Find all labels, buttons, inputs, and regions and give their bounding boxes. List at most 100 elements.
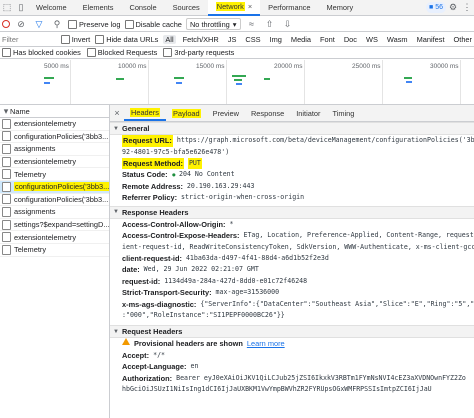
close-icon[interactable]: ×: [110, 106, 124, 120]
issues-badge[interactable]: ■ 56: [425, 2, 446, 13]
request-method-label: Request Method:: [122, 157, 184, 169]
request-name: configurationPolicies('3bb3...: [14, 182, 109, 192]
invert-label: Invert: [71, 35, 91, 44]
request-name: configurationPolicies('3bb3...: [14, 131, 109, 141]
list-item[interactable]: configurationPolicies('3bb3...: [0, 131, 109, 144]
list-item[interactable]: extensiontelemetry: [0, 118, 109, 131]
search-icon[interactable]: ⚲: [50, 17, 64, 31]
hide-data-urls-checkbox[interactable]: Hide data URLs: [95, 35, 158, 44]
filter-type-doc[interactable]: Doc: [342, 35, 359, 44]
filter-type-fetch-xhr[interactable]: Fetch/XHR: [181, 35, 221, 44]
sort-icon[interactable]: ▾: [2, 105, 10, 118]
filter-icon[interactable]: ▽: [32, 17, 46, 31]
tab-network-label: Network: [215, 2, 245, 11]
request-name: extensiontelemetry: [14, 157, 77, 167]
tab-initiator[interactable]: Initiator: [290, 105, 326, 121]
request-headers-section-header[interactable]: ▼ Request Headers: [110, 325, 474, 338]
list-item[interactable]: extensiontelemetry: [0, 156, 109, 169]
general-section-header[interactable]: ▼ General: [110, 122, 474, 135]
header-value: max-age=31536000: [215, 288, 280, 296]
throttling-select[interactable]: No throttling ▾: [185, 18, 241, 30]
header-value: {"ServerInfo":{"DataCenter":"Southeast A…: [200, 299, 474, 308]
inspect-element-icon[interactable]: ⬚: [0, 1, 14, 15]
response-headers-title: Response Headers: [121, 207, 189, 217]
tab-headers-label: Headers: [130, 107, 160, 117]
tab-welcome[interactable]: Welcome: [28, 0, 75, 16]
grid-line: [382, 60, 383, 104]
filter-type-ws[interactable]: WS: [364, 35, 380, 44]
header-key: Access-Control-Expose-Headers:: [122, 231, 240, 240]
more-options-icon[interactable]: ⋮: [460, 1, 474, 15]
header-key: Accept:: [122, 350, 150, 360]
response-headers-section-header[interactable]: ▼ Response Headers: [110, 205, 474, 219]
header-key: date:: [122, 265, 140, 274]
request-url-label: Request URL:: [122, 135, 173, 147]
request-name: Telemetry: [14, 245, 47, 255]
grid-line: [148, 60, 149, 104]
tab-performance[interactable]: Performance: [260, 0, 318, 16]
settings-icon[interactable]: ⚙: [446, 1, 460, 15]
tab-preview[interactable]: Preview: [207, 105, 245, 121]
close-tab-icon[interactable]: ×: [248, 2, 252, 11]
learn-more-link[interactable]: Learn more: [247, 338, 285, 350]
header-value-continued: ient-request-id, ReadWriteConsistencyTok…: [122, 242, 474, 251]
list-item[interactable]: Telemetry: [0, 244, 109, 257]
filter-type-js[interactable]: JS: [226, 35, 239, 44]
request-method-value: PUT: [187, 157, 202, 169]
request-bar: [406, 81, 412, 83]
blocked-requests-label: Blocked Requests: [97, 48, 158, 57]
import-icon[interactable]: ⇧: [263, 17, 277, 31]
list-item[interactable]: assignments: [0, 206, 109, 219]
filter-input[interactable]: Filter: [2, 35, 56, 44]
status-code-label: Status Code:: [122, 170, 168, 179]
referrer-policy-value: strict-origin-when-cross-origin: [181, 193, 305, 201]
response-header-row: Strict-Transport-Security: max-age=315360…: [110, 287, 474, 299]
filter-type-img[interactable]: Img: [268, 35, 284, 44]
list-item[interactable]: Telemetry: [0, 168, 109, 181]
remote-address-label: Remote Address:: [122, 181, 183, 191]
export-icon[interactable]: ⇩: [281, 17, 295, 31]
tab-response[interactable]: Response: [245, 105, 290, 121]
disable-cache-checkbox[interactable]: Disable cache: [124, 19, 182, 29]
tab-sources[interactable]: Sources: [165, 0, 208, 16]
filter-type-css[interactable]: CSS: [243, 35, 262, 44]
header-key: request-id:: [122, 276, 161, 286]
header-value: ETag, Location, Preference-Applied, Cont…: [243, 231, 474, 239]
tab-payload[interactable]: Payload: [166, 105, 207, 121]
hide-data-urls-label: Hide data URLs: [106, 35, 159, 44]
blocked-cookies-checkbox[interactable]: Has blocked cookies: [2, 48, 81, 57]
tab-headers[interactable]: Headers: [124, 105, 166, 121]
filter-type-font[interactable]: Font: [318, 35, 337, 44]
list-item-selected[interactable]: configurationPolicies('3bb3...: [0, 180, 109, 194]
blocked-requests-checkbox[interactable]: Blocked Requests: [86, 48, 158, 57]
tab-network[interactable]: Network ×: [207, 0, 261, 16]
filter-type-wasm[interactable]: Wasm: [385, 35, 410, 44]
list-item[interactable]: assignments: [0, 143, 109, 156]
name-column-header[interactable]: Name: [10, 107, 30, 116]
tab-timing[interactable]: Timing: [326, 105, 360, 121]
preserve-log-checkbox[interactable]: Preserve log: [68, 19, 121, 29]
list-item[interactable]: extensiontelemetry: [0, 231, 109, 244]
request-header-row: Accept-Language: en: [110, 361, 474, 373]
request-header-row: Accept: */*: [110, 350, 474, 362]
header-value: */*: [153, 350, 166, 359]
record-icon[interactable]: [2, 20, 10, 28]
filter-type-media[interactable]: Media: [289, 35, 313, 44]
list-item[interactable]: settings?$expand=settingD...: [0, 219, 109, 232]
filter-type-manifest[interactable]: Manifest: [415, 35, 447, 44]
clear-icon[interactable]: ⊘: [14, 17, 28, 31]
invert-checkbox[interactable]: Invert: [60, 35, 91, 44]
tab-elements[interactable]: Elements: [75, 0, 122, 16]
tab-memory[interactable]: Memory: [318, 0, 361, 16]
device-toolbar-icon[interactable]: ▯: [14, 1, 28, 15]
third-party-checkbox[interactable]: 3rd-party requests: [163, 48, 234, 57]
filter-type-other[interactable]: Other: [452, 35, 474, 44]
list-item[interactable]: configurationPolicies('3bb3...: [0, 194, 109, 207]
tab-console[interactable]: Console: [121, 0, 164, 16]
wifi-icon[interactable]: ≈: [245, 17, 259, 31]
filter-type-all[interactable]: All: [163, 35, 176, 44]
xhr-file-icon: [2, 143, 11, 154]
tick-label: 10000 ms: [118, 63, 147, 70]
network-overview[interactable]: 5000 ms 10000 ms 15000 ms 20000 ms 25000…: [0, 60, 474, 105]
provisional-text: Provisional headers are shown: [134, 339, 243, 348]
